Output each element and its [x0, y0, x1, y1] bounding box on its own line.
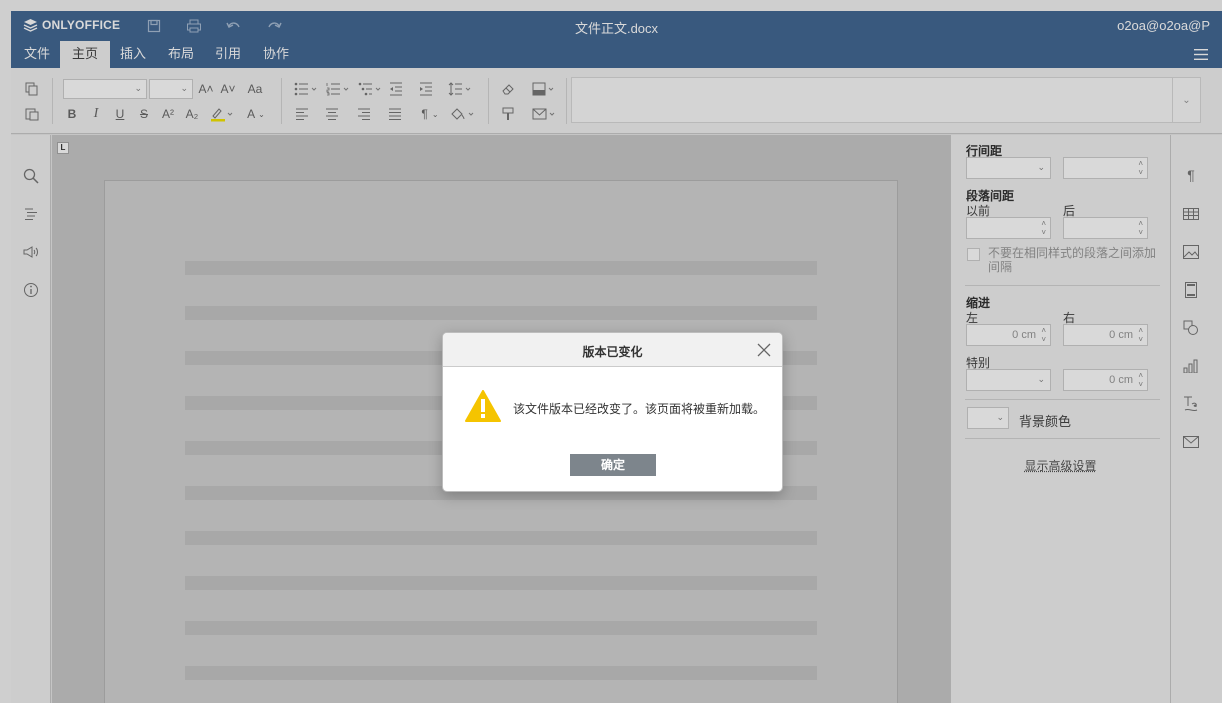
editor-window: ONLYOFFICE 文件正文.docx o2oa@o2oa@P 文件 主页 插… — [11, 11, 1222, 703]
dialog-title: 版本已变化 — [582, 345, 643, 359]
version-changed-dialog: 版本已变化 该文件版本已经改变了。该页面将被重新加载。 确定 — [442, 332, 783, 492]
ok-button[interactable]: 确定 — [570, 454, 656, 476]
warning-icon — [465, 390, 501, 422]
dialog-message: 该文件版本已经改变了。该页面将被重新加载。 — [513, 402, 766, 416]
dialog-header: 版本已变化 — [443, 333, 782, 367]
close-icon[interactable] — [756, 342, 772, 358]
